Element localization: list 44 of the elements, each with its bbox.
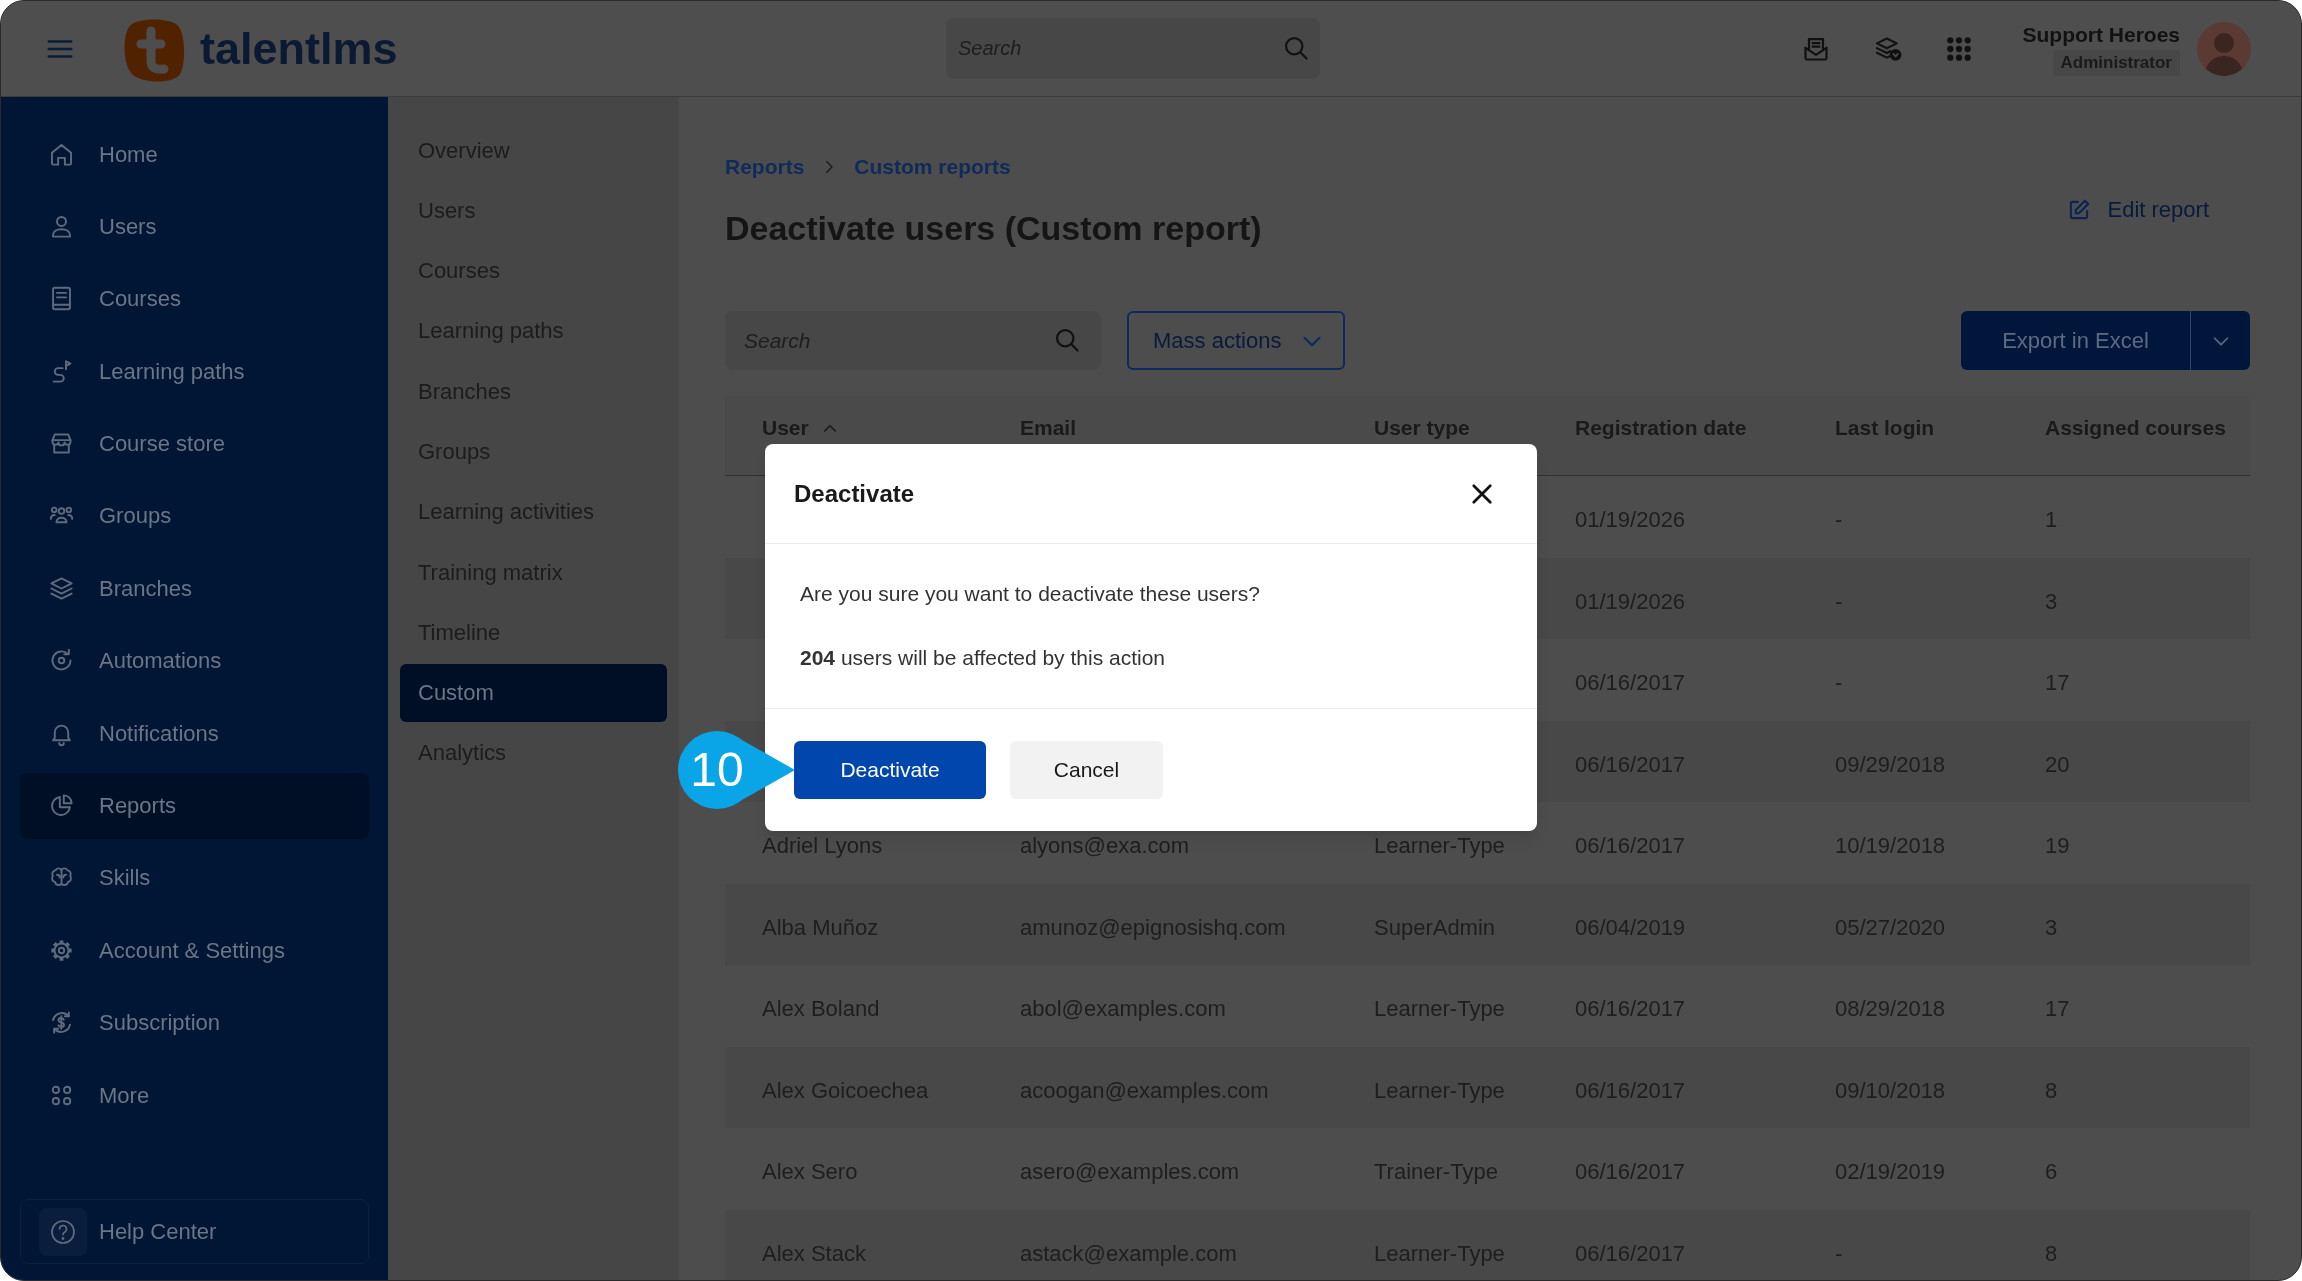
table-cell: - [1835, 670, 1843, 695]
search-icon[interactable] [1282, 34, 1310, 62]
user-name: Support Heroes [2022, 21, 2180, 48]
report-menu-item[interactable]: Custom [400, 663, 667, 722]
sidebar-item[interactable]: Users [20, 193, 369, 260]
edit-report-link[interactable]: Edit report [2065, 195, 2209, 225]
sidebar-item[interactable]: Skills [20, 844, 369, 911]
search-icon[interactable] [1053, 326, 1081, 354]
logo-wordmark: talentlms [200, 26, 398, 71]
step-callout: 10 [677, 730, 795, 810]
dialog-impact-text: 204 users will be affected by this action [800, 646, 1165, 670]
sidebar-item[interactable]: Branches [20, 555, 369, 622]
table-cell: - [1835, 1240, 1843, 1266]
cancel-button[interactable]: Cancel [1010, 741, 1163, 799]
pie-chart-icon [48, 792, 75, 819]
table-cell: - [1835, 588, 1843, 614]
sidebar-item[interactable]: Course store [20, 410, 369, 477]
sidebar-item[interactable]: Notifications [20, 700, 369, 767]
sidebar-item[interactable]: Courses [20, 265, 369, 332]
sidebar-item[interactable]: Reports [20, 772, 369, 839]
sidebar-item[interactable]: Groups [20, 482, 369, 549]
layers-icon [48, 574, 75, 602]
dialog-title: Deactivate [794, 478, 915, 509]
sidebar-item[interactable]: Subscription [20, 989, 369, 1056]
export-button[interactable]: Export in Excel [1961, 311, 2190, 370]
sidebar-item[interactable]: Automations [20, 627, 369, 694]
close-icon[interactable] [1471, 482, 1493, 505]
help-icon [39, 1207, 87, 1256]
sidebar-item[interactable]: Home [20, 121, 369, 187]
breadcrumb-link[interactable]: Custom reports [854, 155, 1011, 179]
sidebar-item[interactable]: Learning paths [20, 338, 369, 405]
grid-icon[interactable] [1946, 35, 1973, 62]
dialog-message: Are you sure you want to deactivate these users? [800, 582, 1260, 606]
avatar-icon[interactable] [2196, 20, 2252, 77]
export-options-button[interactable] [2190, 311, 2250, 370]
mass-actions-button[interactable]: Mass actions [1127, 311, 1345, 370]
help-center-link[interactable]: Help Center [20, 1199, 369, 1264]
layers-badge-icon[interactable] [1874, 34, 1903, 63]
deactivate-button[interactable]: Deactivate [794, 741, 986, 799]
breadcrumb-link[interactable]: Reports [725, 155, 805, 179]
table-cell: - [1835, 507, 1843, 532]
sidebar-item[interactable]: More [20, 1062, 369, 1129]
page-title: Deactivate users (Custom report) [725, 208, 1262, 249]
sidebar-item[interactable]: Account & Settings [20, 917, 369, 984]
